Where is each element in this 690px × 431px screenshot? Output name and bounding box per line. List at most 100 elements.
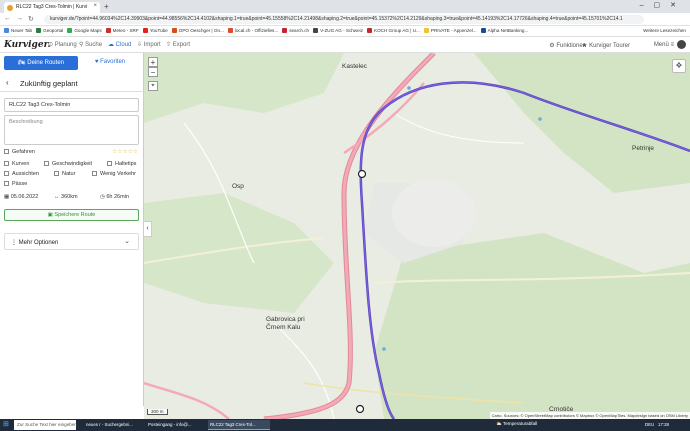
taskbar-item-active[interactable]: RLC22 Tag3 Cres-Tol... bbox=[208, 420, 270, 430]
bookmark-favicon-icon bbox=[282, 28, 288, 33]
save-route-button[interactable]: ▣ Speichere Route bbox=[4, 209, 139, 221]
user-avatar[interactable] bbox=[677, 40, 686, 49]
rating-stars[interactable]: ☆☆☆☆☆ bbox=[112, 149, 138, 155]
checkbox-box bbox=[107, 161, 112, 166]
route-distance: ↔ 360km bbox=[54, 194, 78, 200]
clock[interactable]: 17:28 bbox=[658, 422, 669, 427]
taskbar-item[interactable]: Posteingang - info@... bbox=[146, 420, 206, 430]
collapse-sidebar-button[interactable]: ‹ bbox=[144, 221, 152, 237]
map-view[interactable]: + − ⌖ Kastelec Petrinje Osp Gabrovica pr… bbox=[144, 53, 690, 419]
chevron-down-icon: ⌄ bbox=[124, 238, 130, 245]
back-arrow-icon[interactable]: ‹ bbox=[6, 78, 9, 87]
forward-icon[interactable]: → bbox=[16, 15, 23, 22]
checkbox-geschwindigkeit[interactable]: Geschwindigkeit bbox=[44, 161, 92, 167]
checkbox-haltetips[interactable]: Haltetips bbox=[107, 161, 136, 167]
bookmark-item[interactable]: KOCH Group AG | U... bbox=[367, 28, 420, 33]
more-options-toggle[interactable]: ⋮ Mehr Optionen ⌄ bbox=[4, 233, 139, 250]
bookmark-label: OPO Oeschger | On... bbox=[178, 28, 224, 33]
bookmark-favicon-icon bbox=[36, 28, 42, 33]
weather-label: Temperaturabfall bbox=[502, 421, 538, 426]
checkbox-paesse[interactable]: Pässe bbox=[4, 181, 27, 187]
your-routes-label: Deine Routen bbox=[27, 60, 64, 66]
scale-bar: 300 m bbox=[147, 409, 168, 415]
browser-tab[interactable]: RLC22 Tag3 Cres-Tolmin | Kurvi × bbox=[4, 2, 100, 13]
browser-tabbar: RLC22 Tag3 Cres-Tolmin | Kurvi × + –▢✕ bbox=[0, 0, 690, 13]
weather-widget[interactable]: ⛅ Temperaturabfall bbox=[496, 421, 537, 427]
checkbox-box bbox=[92, 171, 97, 176]
route-name-input[interactable]: RLC22 Tag3 Cres-Tolmin bbox=[4, 98, 139, 112]
checkbox-label: Wenig Verkehr bbox=[100, 171, 136, 177]
checkbox-label: Haltetips bbox=[115, 161, 137, 167]
bookmark-label: Geoportal bbox=[43, 28, 64, 33]
other-bookmarks[interactable]: Weitere Lesezeichen bbox=[643, 28, 686, 33]
your-routes-button[interactable]: 🏍 Deine Routen bbox=[4, 56, 78, 70]
bookmark-item[interactable]: OPO Oeschger | On... bbox=[171, 28, 224, 33]
bookmark-favicon-icon bbox=[105, 28, 111, 33]
favorites-button[interactable]: ♥ Favoriten bbox=[80, 56, 140, 70]
bookmark-item[interactable]: YouTube bbox=[142, 28, 168, 33]
map-label-osp: Osp bbox=[232, 183, 244, 190]
bookmark-item[interactable]: Neuer Tab bbox=[4, 28, 32, 33]
language-indicator[interactable]: DEU bbox=[645, 422, 654, 427]
menu-planung[interactable]: ⊙ Planung bbox=[48, 41, 77, 48]
zoom-out-button[interactable]: − bbox=[148, 67, 158, 77]
plan-header: ‹ Zukünftig geplant bbox=[0, 74, 144, 92]
close-tab-icon[interactable]: × bbox=[93, 3, 97, 9]
map-label-kastelec: Kastelec bbox=[342, 63, 367, 70]
window-controls[interactable]: –▢✕ bbox=[640, 1, 686, 9]
bookmark-favicon-icon bbox=[313, 28, 319, 33]
kurviger-logo[interactable]: Kurviger. bbox=[4, 40, 51, 50]
bookmark-item[interactable]: Alpha NetBanking... bbox=[480, 28, 528, 33]
bookmark-label: Google Maps bbox=[74, 28, 102, 33]
tourer-button[interactable]: ★ Kurviger Tourer bbox=[582, 42, 630, 49]
functions-button[interactable]: ⚙ Funktionen bbox=[549, 42, 586, 49]
bookmark-item[interactable]: search.ch bbox=[282, 28, 309, 33]
windows-start-icon[interactable]: ⊞ bbox=[3, 421, 11, 429]
menu-label: Menü bbox=[653, 42, 669, 48]
checkbox-label: Geschwindigkeit bbox=[52, 161, 93, 167]
menu-cloud[interactable]: ☁ Cloud bbox=[108, 41, 131, 48]
bookmark-item[interactable]: Google Maps bbox=[67, 28, 102, 33]
layers-icon[interactable]: ❖ bbox=[672, 59, 686, 73]
checkbox-wenig-verkehr[interactable]: Wenig Verkehr bbox=[92, 171, 136, 177]
driven-checkbox[interactable]: Gefahren bbox=[4, 149, 35, 155]
checkbox-box bbox=[4, 149, 9, 154]
route-duration: ◷ 6h 26min bbox=[100, 194, 129, 200]
taskbar-item[interactable]: neues r - Suchergebni... bbox=[84, 420, 144, 430]
bookmark-item[interactable]: Geoportal bbox=[36, 28, 63, 33]
checkbox-kurven[interactable]: Kurven bbox=[4, 161, 29, 167]
bookmark-item[interactable]: PRIVATE - Appenzel... bbox=[423, 28, 477, 33]
bookmark-item[interactable]: Meteo - SRF bbox=[105, 28, 139, 33]
bookmark-favicon-icon bbox=[142, 28, 148, 33]
checkbox-natur[interactable]: Natur bbox=[54, 171, 75, 177]
bookmark-favicon-icon bbox=[227, 28, 233, 33]
menu-suche-label: Suche bbox=[85, 42, 103, 48]
checkbox-aussichten[interactable]: Aussichten bbox=[4, 171, 39, 177]
route-date-value: 05.06.2022 bbox=[10, 194, 39, 200]
menu-suche[interactable]: ⚲ Suche bbox=[79, 41, 102, 48]
bookmark-item[interactable]: V-ZUG AG - Schweiz bbox=[313, 28, 363, 33]
bookmark-item[interactable]: local.ch - Offizielles... bbox=[227, 28, 278, 33]
new-tab-icon[interactable]: + bbox=[104, 2, 109, 11]
menu-button[interactable]: Menü ≡ bbox=[654, 42, 674, 48]
map-attribution[interactable]: Carto. Sources: © OpenStreetMap contribu… bbox=[489, 412, 690, 419]
taskbar-search-input[interactable]: Zur Suche Text hier eingeben bbox=[14, 420, 77, 430]
zoom-in-button[interactable]: + bbox=[148, 57, 158, 67]
checkbox-box bbox=[54, 171, 59, 176]
bookmark-favicon-icon bbox=[67, 28, 73, 33]
driven-label: Gefahren bbox=[12, 149, 35, 155]
checkbox-box bbox=[4, 181, 9, 186]
tab-title: RLC22 Tag3 Cres-Tolmin | Kurvi bbox=[16, 4, 88, 10]
route-distance-value: 360km bbox=[61, 194, 78, 200]
bookmark-label: search.ch bbox=[289, 28, 310, 33]
locate-icon[interactable]: ⌖ bbox=[148, 81, 158, 91]
bookmark-favicon-icon bbox=[171, 28, 177, 33]
url-field[interactable]: kurviger.de/?point=44.96034%2C14.39903&p… bbox=[44, 15, 644, 24]
description-input[interactable]: Beschreibung bbox=[4, 115, 139, 145]
reload-icon[interactable]: ↻ bbox=[28, 15, 34, 23]
sidebar: 🏍 Deine Routen ♥ Favoriten ‹ Zukünftig g… bbox=[0, 53, 144, 406]
menu-import[interactable]: ⇩ Import bbox=[137, 41, 161, 48]
menu-export[interactable]: ⇧ Export bbox=[166, 41, 190, 48]
back-icon[interactable]: ← bbox=[4, 15, 11, 22]
save-route-label: Speichere Route bbox=[54, 212, 96, 218]
